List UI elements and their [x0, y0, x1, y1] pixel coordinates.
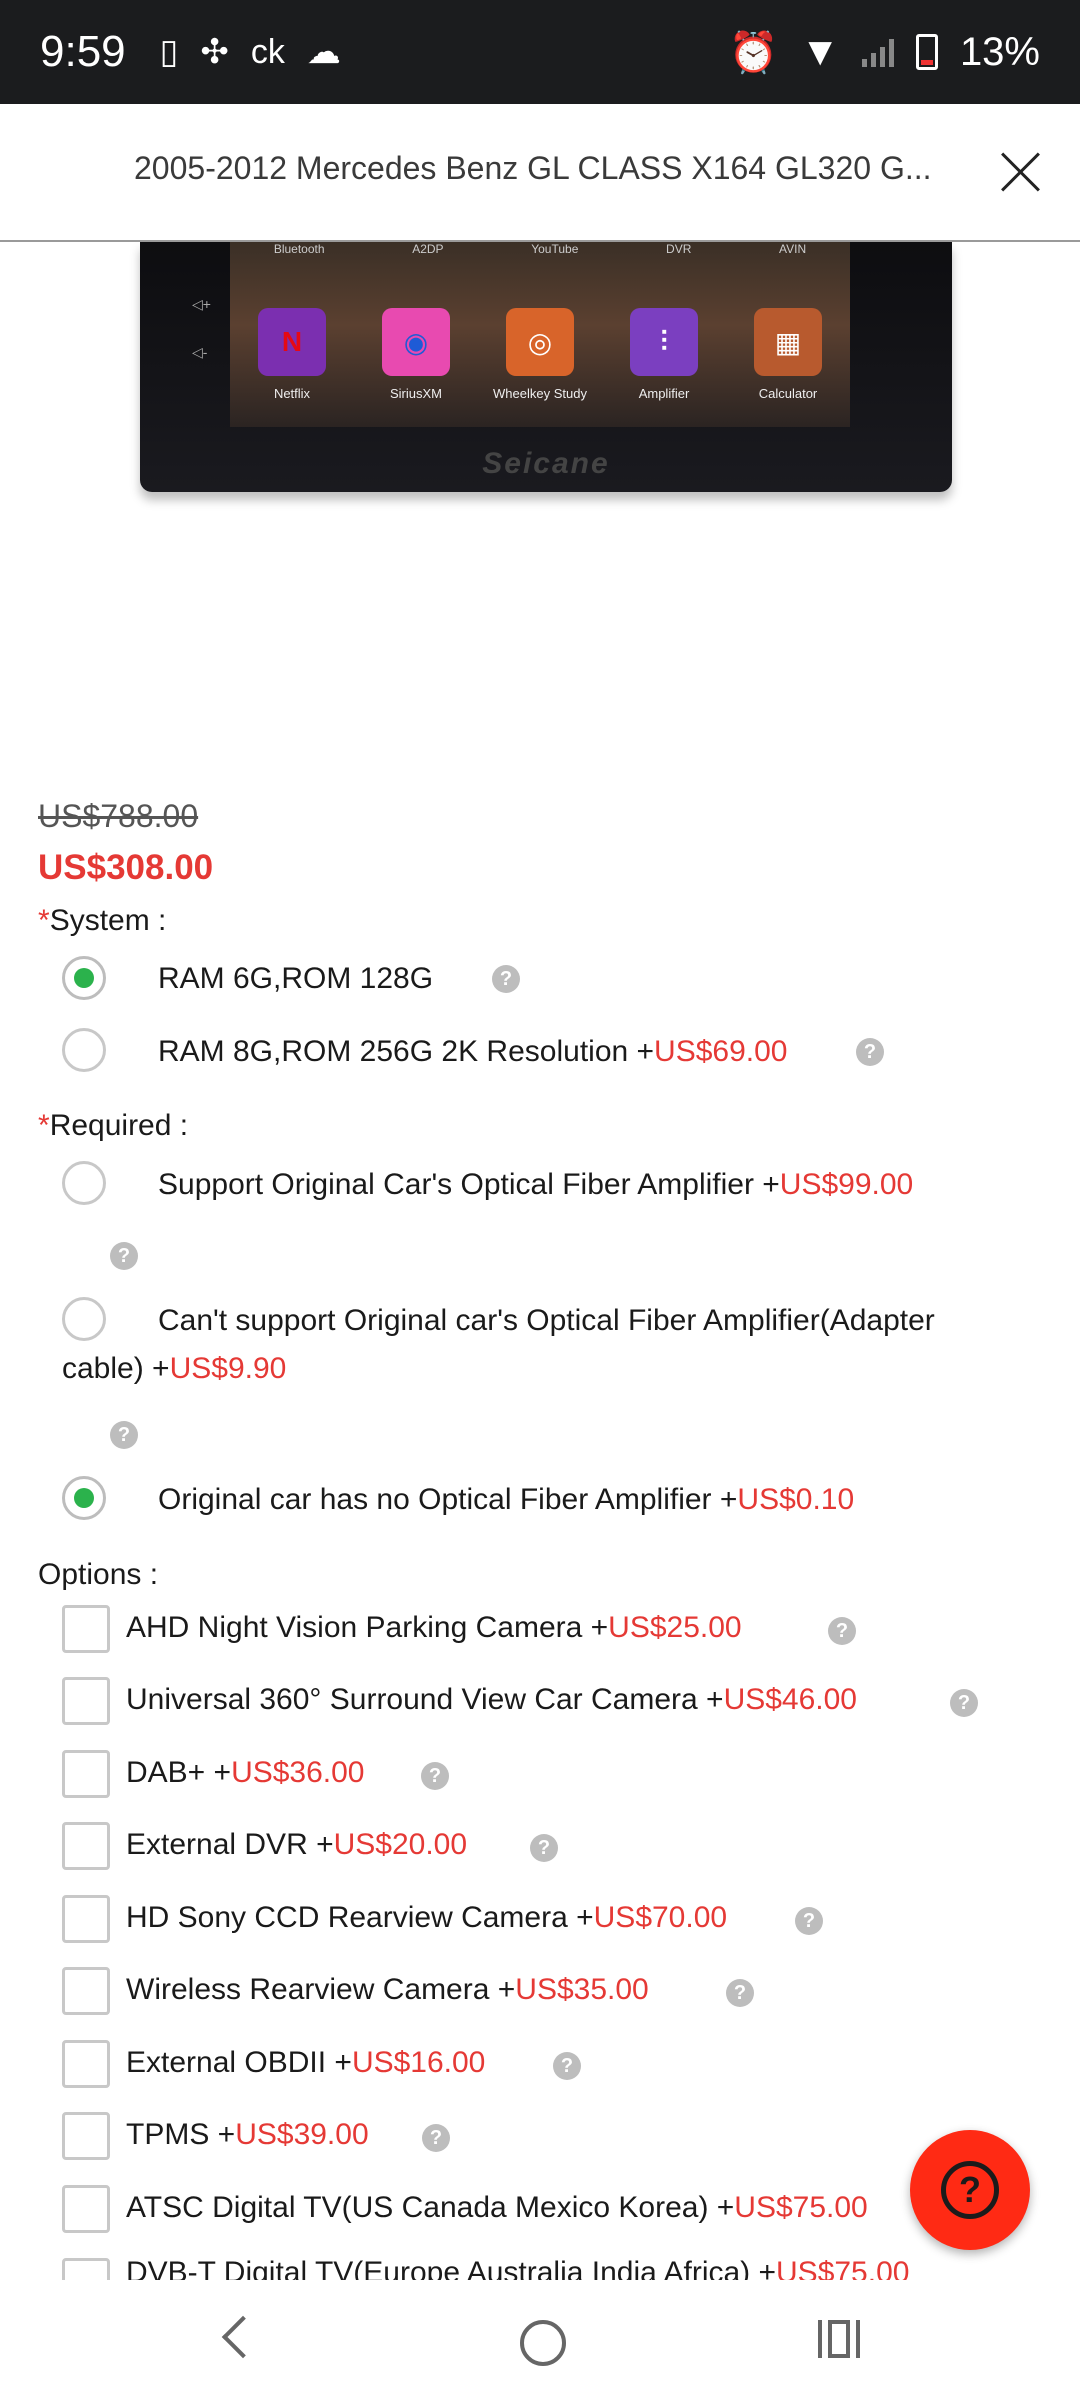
system-option-radio[interactable] — [62, 1028, 106, 1072]
app-label: A2DP — [412, 242, 444, 256]
option-label: AHD Night Vision Parking Camera +US$25.0… — [126, 1611, 742, 1644]
head-unit-screen: Bluetooth A2DP YouTube DVR AVIN N Netfli… — [230, 242, 850, 427]
option-label: Wireless Rearview Camera +US$35.00 — [126, 1973, 649, 2006]
app-label: Calculator — [758, 386, 818, 401]
help-icon[interactable]: ? — [726, 1979, 754, 2007]
page-title: 2005-2012 Mercedes Benz GL CLASS X164 GL… — [134, 150, 932, 186]
help-chat-button[interactable]: ? — [910, 2130, 1030, 2250]
pinwheel-icon: ✣ — [200, 33, 229, 71]
option-checkbox[interactable] — [62, 1605, 110, 1653]
clipped-option-row: DVB-T Digital TV(Europe Australia India … — [0, 2256, 1080, 2280]
system-option-label: RAM 8G,ROM 256G 2K Resolution +US$69.00 — [158, 1035, 788, 1068]
help-icon[interactable]: ? — [530, 1834, 558, 1862]
brand-logo: Seicane — [482, 447, 610, 480]
system-option-radio[interactable] — [62, 956, 106, 1000]
page-header: 2005-2012 Mercedes Benz GL CLASS X164 GL… — [0, 104, 1080, 242]
system-option-label: RAM 6G,ROM 128G — [158, 962, 434, 995]
equalizer-icon: ⫶ — [630, 308, 698, 376]
netflix-icon: N — [258, 308, 326, 376]
help-icon[interactable]: ? — [950, 1689, 978, 1717]
option-label: Universal 360° Surround View Car Camera … — [126, 1683, 857, 1716]
app-label: Wheelkey Study — [493, 386, 587, 401]
option-label: DAB+ +US$36.00 — [126, 1756, 365, 1789]
close-icon[interactable] — [998, 150, 1042, 194]
option-checkbox[interactable] — [62, 2040, 110, 2088]
system-label: *System : — [38, 904, 167, 937]
option-checkbox[interactable] — [62, 1750, 110, 1798]
option-checkbox[interactable] — [62, 1895, 110, 1943]
option-checkbox[interactable] — [62, 1822, 110, 1870]
option-label: ATSC Digital TV(US Canada Mexico Korea) … — [126, 2191, 868, 2224]
battery-saver-icon: ▯ — [159, 33, 179, 71]
required-option-label: Can't support Original car's Optical Fib… — [158, 1304, 935, 1337]
app-label: Bluetooth — [273, 242, 325, 256]
signal-icon — [861, 37, 894, 67]
alarm-icon: ⏰ — [728, 30, 779, 75]
help-icon[interactable]: ? — [110, 1242, 138, 1270]
required-option-label: Support Original Car's Optical Fiber Amp… — [158, 1168, 914, 1201]
app-label: YouTube — [531, 242, 579, 256]
help-icon[interactable]: ? — [421, 1762, 449, 1790]
help-icon[interactable]: ? — [828, 1617, 856, 1645]
option-checkbox[interactable] — [62, 2185, 110, 2233]
help-icon[interactable]: ? — [110, 1421, 138, 1449]
required-option-radio[interactable] — [62, 1161, 106, 1205]
app-amplifier: ⫶ Amplifier — [609, 308, 719, 401]
options-label: Options : — [38, 1558, 159, 1591]
current-price: US$308.00 — [38, 848, 214, 887]
help-icon[interactable]: ? — [422, 2124, 450, 2152]
option-label: External OBDII +US$16.00 — [126, 2046, 486, 2079]
recent-apps-icon[interactable] — [818, 2320, 860, 2358]
required-option-radio[interactable] — [62, 1297, 106, 1341]
app-label: Amplifier — [638, 386, 690, 401]
back-icon[interactable] — [221, 2315, 265, 2359]
option-label: HD Sony CCD Rearview Camera +US$70.00 — [126, 1901, 728, 1934]
help-icon[interactable]: ? — [553, 2052, 581, 2080]
siriusxm-icon: ◉ — [382, 308, 450, 376]
app-siriusxm: ◉ SiriusXM — [361, 308, 471, 401]
calculator-icon: ▦ — [754, 308, 822, 376]
help-icon[interactable]: ? — [492, 965, 520, 993]
app-calculator: ▦ Calculator — [733, 308, 843, 401]
option-label: TPMS +US$39.00 — [126, 2118, 369, 2151]
battery-icon — [915, 34, 938, 70]
wifi-icon: ▼ — [800, 29, 840, 74]
cloud-icon: ☁ — [306, 33, 341, 71]
option-checkbox[interactable] — [62, 2112, 110, 2160]
top-app-labels: Bluetooth A2DP YouTube DVR AVIN — [230, 242, 850, 256]
option-checkbox[interactable] — [62, 1967, 110, 2015]
option-label: DVB-T Digital TV(Europe Australia India … — [126, 2256, 910, 2280]
app-label: DVR — [666, 242, 692, 256]
required-option-label-cont: cable) +US$9.90 — [62, 1352, 287, 1385]
help-icon[interactable]: ? — [795, 1907, 823, 1935]
required-option-label: Original car has no Optical Fiber Amplif… — [158, 1483, 855, 1516]
help-icon[interactable]: ? — [856, 1038, 884, 1066]
option-label: External DVR +US$20.00 — [126, 1828, 468, 1861]
ck-icon: ck — [250, 32, 285, 71]
battery-percent: 13% — [959, 29, 1040, 74]
question-icon: ? — [941, 2161, 999, 2219]
original-price: US$788.00 — [38, 798, 199, 834]
option-checkbox[interactable] — [62, 1677, 110, 1725]
steering-wheel-icon: ◎ — [506, 308, 574, 376]
required-option-radio[interactable] — [62, 1476, 106, 1520]
home-icon[interactable] — [520, 2320, 566, 2366]
status-time: 9:59 — [40, 27, 126, 76]
head-unit-side-buttons: ◁+ ◁- — [192, 296, 211, 360]
app-label: AVIN — [779, 242, 807, 256]
app-netflix: N Netflix — [237, 308, 347, 401]
system-nav-bar — [0, 2280, 1080, 2400]
app-wheelkey: ◎ Wheelkey Study — [485, 308, 595, 401]
app-label: Netflix — [273, 386, 311, 401]
option-checkbox[interactable] — [62, 2258, 110, 2280]
product-image: ◁+ ◁- Bluetooth A2DP YouTube DVR AVIN N N… — [140, 242, 952, 492]
status-bar: 9:59 ▯ ✣ ck ☁ ⏰ ▼ 13% — [0, 0, 1080, 104]
required-label: *Required : — [38, 1109, 189, 1142]
app-label: SiriusXM — [389, 386, 442, 401]
app-row: N Netflix ◉ SiriusXM ◎ Wheelkey Study ⫶ … — [230, 308, 850, 401]
